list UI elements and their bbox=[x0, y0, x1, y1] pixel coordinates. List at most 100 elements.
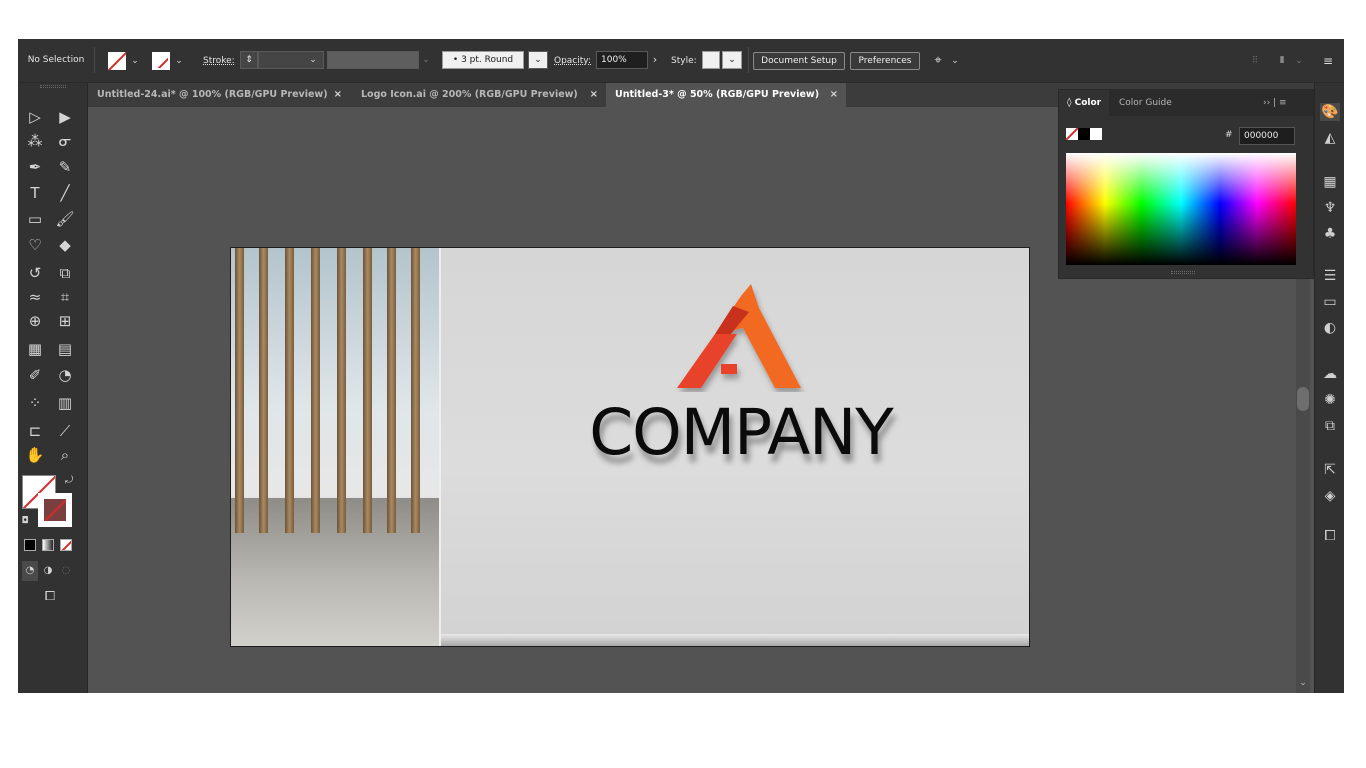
none-mode-button[interactable] bbox=[60, 539, 72, 551]
free-transform-tool-icon[interactable]: ⌗ bbox=[54, 287, 76, 307]
curvature-tool-icon[interactable]: ✎ bbox=[54, 157, 76, 177]
type-tool-icon[interactable]: T bbox=[24, 183, 46, 203]
shaper-tool-icon[interactable]: ♡ bbox=[24, 235, 46, 255]
artboards-icon[interactable]: ⧠ bbox=[1320, 527, 1340, 545]
brush-label: 3 pt. Round bbox=[461, 55, 514, 65]
line-segment-tool-icon[interactable]: ╱ bbox=[54, 183, 76, 203]
perspective-grid-tool-icon[interactable]: ⊞ bbox=[54, 311, 76, 331]
selection-tool-icon[interactable]: ▷ bbox=[24, 107, 46, 127]
swap-fill-stroke-icon[interactable]: ⤾ bbox=[62, 471, 76, 491]
color-palette-icon[interactable]: 🎨 bbox=[1320, 103, 1340, 121]
direct-selection-tool-icon[interactable]: ▶ bbox=[54, 107, 76, 127]
puppet-chevron-icon[interactable]: ⌄ bbox=[950, 52, 960, 70]
transparency-icon[interactable]: ◐ bbox=[1320, 319, 1340, 337]
stroke-swatch[interactable] bbox=[152, 52, 170, 70]
pen-tool-icon[interactable]: ✒ bbox=[24, 157, 46, 177]
export-icon[interactable]: ⇱ bbox=[1320, 461, 1340, 479]
draw-normal-icon[interactable]: ◔ bbox=[22, 561, 38, 581]
opacity-label[interactable]: Opacity: bbox=[554, 56, 591, 66]
eraser-tool-icon[interactable]: ◆ bbox=[54, 235, 76, 255]
blend-tool-icon[interactable]: ◔ bbox=[54, 365, 76, 385]
stroke-label[interactable]: Stroke: bbox=[203, 56, 235, 66]
change-screen-mode-icon[interactable]: ⧠ bbox=[38, 587, 62, 607]
slice-tool-icon[interactable]: ⟋ bbox=[54, 421, 76, 441]
brush-definition[interactable]: • 3 pt. Round bbox=[442, 51, 524, 69]
layers-icon[interactable]: ◈ bbox=[1320, 487, 1340, 505]
puppet-warp-icon[interactable]: ⌖ bbox=[928, 52, 948, 70]
close-icon[interactable]: × bbox=[590, 83, 598, 107]
default-fill-stroke-icon[interactable]: ◘ bbox=[18, 511, 32, 531]
hand-tool-icon[interactable]: ✋ bbox=[24, 445, 46, 465]
tab-logo-icon[interactable]: Logo Icon.ai @ 200% (RGB/GPU Preview) × bbox=[352, 83, 606, 107]
lasso-tool-icon[interactable]: ᓂ bbox=[54, 131, 76, 151]
close-icon[interactable]: × bbox=[334, 83, 342, 107]
wood-slat bbox=[387, 248, 396, 533]
tab-color-guide[interactable]: Color Guide bbox=[1111, 90, 1180, 116]
tab-untitled-3[interactable]: Untitled-3* @ 50% (RGB/GPU Preview) × bbox=[606, 83, 846, 107]
preferences-button[interactable]: Preferences bbox=[850, 52, 920, 70]
wood-slat bbox=[363, 248, 372, 533]
paintbrush-tool-icon[interactable]: 🖌 bbox=[54, 209, 76, 229]
scale-tool-icon[interactable]: ⧉ bbox=[54, 263, 76, 283]
variable-width-profile[interactable] bbox=[327, 51, 419, 69]
zoom-tool-icon[interactable]: ⌕ bbox=[54, 445, 76, 465]
magic-wand-tool-icon[interactable]: ⁂ bbox=[24, 131, 46, 151]
none-color-chip[interactable] bbox=[1066, 128, 1078, 140]
draw-inside-icon[interactable]: ◌ bbox=[58, 561, 74, 581]
fill-swatch[interactable] bbox=[108, 52, 126, 70]
graphic-styles-icon[interactable]: ⧉ bbox=[1320, 417, 1340, 435]
brushes-icon[interactable]: ♆ bbox=[1320, 199, 1340, 217]
color-guide-icon[interactable]: ◭ bbox=[1320, 129, 1340, 147]
cc-libraries-icon[interactable]: ☁ bbox=[1320, 365, 1340, 383]
toolbar-grip[interactable] bbox=[40, 85, 66, 88]
profile-chevron-icon[interactable]: ⌄ bbox=[421, 51, 431, 69]
appearance-icon[interactable]: ✺ bbox=[1320, 391, 1340, 409]
gradient-mode-button[interactable] bbox=[42, 539, 54, 551]
white-color-chip[interactable] bbox=[1090, 128, 1102, 140]
document-setup-button[interactable]: Document Setup bbox=[753, 52, 845, 70]
workspace-chevron-icon[interactable]: ⌄ bbox=[1294, 52, 1304, 70]
panel-menu-icon[interactable]: ≡ bbox=[1320, 52, 1336, 70]
panel-resize-grip[interactable] bbox=[1171, 271, 1195, 274]
scrollbar-thumb[interactable] bbox=[1297, 387, 1309, 411]
artboard-tool-icon[interactable]: ⊏ bbox=[24, 421, 46, 441]
draw-behind-icon[interactable]: ◑ bbox=[40, 561, 56, 581]
stroke-dropdown-chevron-icon[interactable]: ⌄ bbox=[174, 52, 184, 70]
workspace-switcher-icon[interactable]: ⫴ bbox=[1272, 52, 1292, 70]
opacity-input[interactable]: 100% bbox=[596, 51, 648, 69]
stroke-weight-stepper[interactable]: ⇕ bbox=[240, 51, 258, 69]
stroke-panel-icon[interactable]: ☰ bbox=[1320, 267, 1340, 285]
black-color-chip[interactable] bbox=[1078, 128, 1090, 140]
close-icon[interactable]: × bbox=[830, 83, 838, 107]
stroke-weight-chevron-icon[interactable]: ⌄ bbox=[308, 51, 318, 69]
shape-builder-tool-icon[interactable]: ⊕ bbox=[24, 311, 46, 331]
brush-chevron-icon[interactable]: ⌄ bbox=[528, 51, 548, 69]
rotate-tool-icon[interactable]: ↺ bbox=[24, 263, 46, 283]
gradient-panel-icon[interactable]: ▭ bbox=[1320, 293, 1340, 311]
style-chevron-icon[interactable]: ⌄ bbox=[722, 51, 742, 69]
gradient-tool-icon[interactable]: ▤ bbox=[54, 339, 76, 359]
rectangle-tool-icon[interactable]: ▭ bbox=[24, 209, 46, 229]
stroke-color-box[interactable] bbox=[38, 493, 72, 527]
hex-input[interactable]: 000000 bbox=[1239, 127, 1295, 145]
symbol-sprayer-tool-icon[interactable]: ⁘ bbox=[24, 393, 46, 413]
color-spectrum[interactable] bbox=[1066, 153, 1296, 265]
width-tool-icon[interactable]: ≈ bbox=[24, 287, 46, 307]
column-graph-tool-icon[interactable]: ▥ bbox=[54, 393, 76, 413]
tab-untitled-24[interactable]: Untitled-24.ai* @ 100% (RGB/GPU Preview)… bbox=[88, 83, 350, 107]
mesh-tool-icon[interactable]: ▦ bbox=[24, 339, 46, 359]
panel-menu-icon[interactable]: ›› | ≡ bbox=[1255, 90, 1295, 116]
arrange-grid-icon[interactable]: ⠿ bbox=[1248, 52, 1262, 70]
graphic-style-swatch[interactable] bbox=[702, 51, 720, 69]
symbols-icon[interactable]: ♣ bbox=[1320, 225, 1340, 243]
eyedropper-tool-icon[interactable]: ✐ bbox=[24, 365, 46, 385]
company-logo-icon[interactable] bbox=[671, 282, 807, 392]
swatches-icon[interactable]: ▦ bbox=[1320, 173, 1340, 191]
opacity-arrow-icon[interactable]: › bbox=[650, 51, 660, 69]
color-mode-button[interactable] bbox=[24, 539, 36, 551]
vertical-scrollbar[interactable] bbox=[1296, 279, 1310, 693]
artboard[interactable]: COMPANY bbox=[230, 247, 1030, 647]
tab-color[interactable]: ◊ Color bbox=[1059, 90, 1110, 116]
scroll-down-chevron-icon[interactable]: ⌄ bbox=[1298, 677, 1308, 689]
fill-dropdown-chevron-icon[interactable]: ⌄ bbox=[130, 52, 140, 70]
